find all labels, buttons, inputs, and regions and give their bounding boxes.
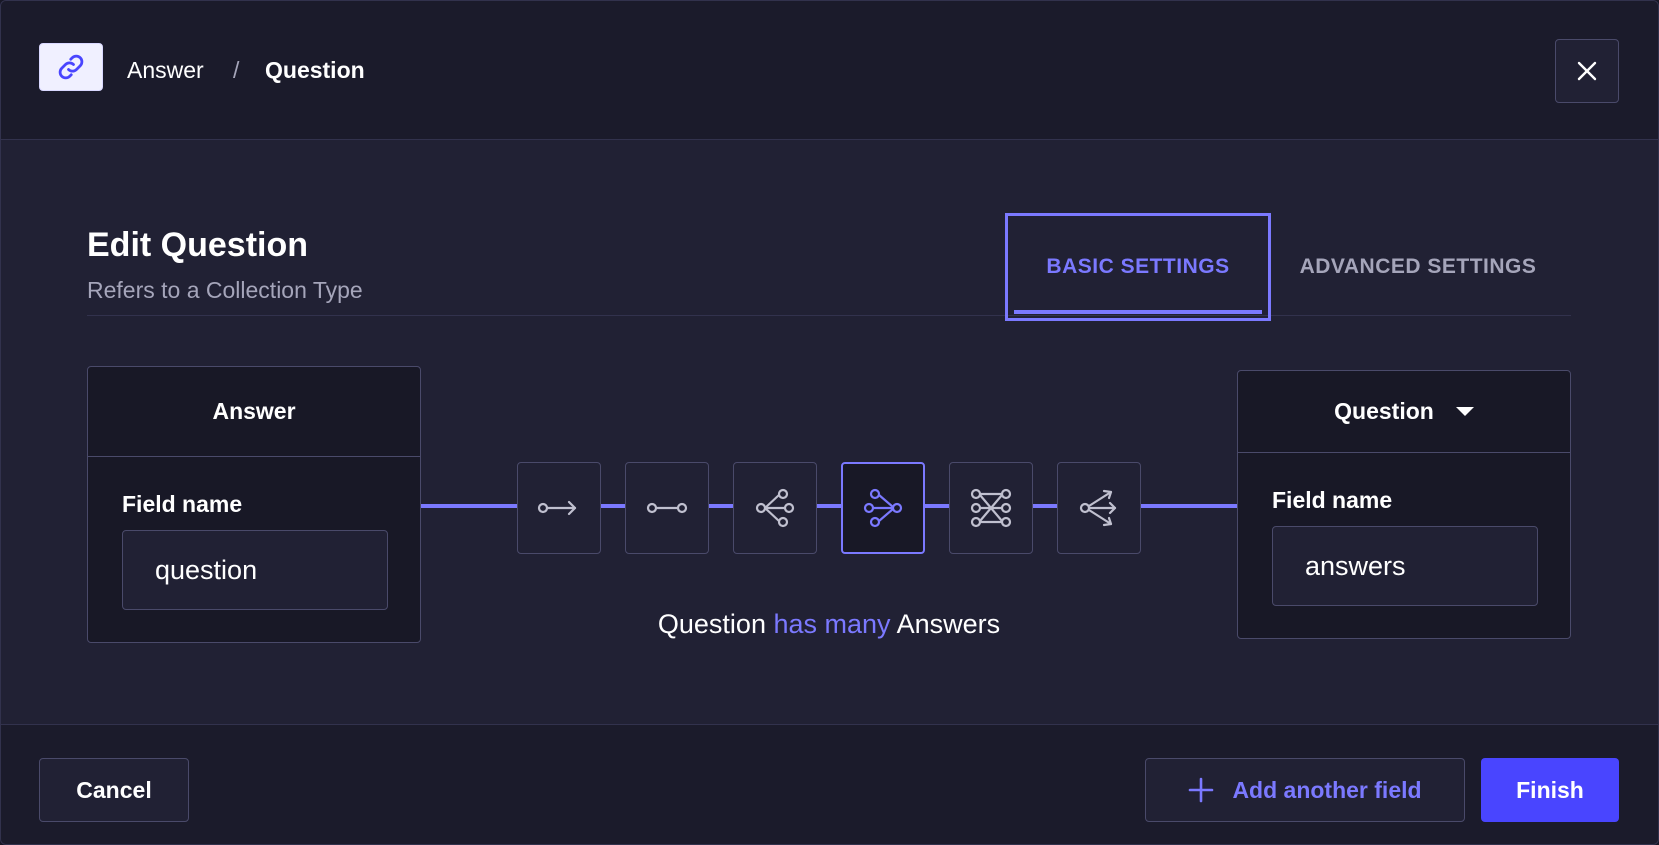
relation-many-to-many-button[interactable] bbox=[949, 462, 1033, 554]
source-field-name-input[interactable] bbox=[122, 530, 388, 610]
relation-one-way-button[interactable] bbox=[517, 462, 601, 554]
relation-description: Question has many Answers bbox=[421, 607, 1237, 641]
relation-object: Answers bbox=[896, 609, 1001, 639]
caret-down-icon bbox=[1455, 407, 1474, 416]
source-content-type-box: Answer Field name bbox=[87, 366, 421, 643]
relation-type-badge bbox=[39, 43, 103, 91]
plus-icon bbox=[1188, 777, 1214, 803]
many-to-many-icon bbox=[970, 488, 1012, 528]
modal-header: Answer / Question bbox=[1, 1, 1658, 140]
link-icon bbox=[58, 54, 84, 80]
relation-many-to-one-button[interactable] bbox=[841, 462, 925, 554]
breadcrumb-current: Question bbox=[265, 57, 365, 83]
one-way-icon bbox=[537, 500, 577, 516]
relation-one-to-many-button[interactable] bbox=[733, 462, 817, 554]
relation-subject: Question bbox=[657, 609, 766, 639]
modal-footer: Cancel Add another field Finish bbox=[1, 724, 1658, 844]
relation-one-to-one-button[interactable] bbox=[625, 462, 709, 554]
target-content-type-box: Question Field name bbox=[1237, 370, 1571, 639]
one-to-one-icon bbox=[646, 502, 688, 514]
relation-many-way-button[interactable] bbox=[1057, 462, 1141, 554]
many-way-icon bbox=[1079, 489, 1117, 527]
add-another-field-label: Add another field bbox=[1232, 776, 1422, 803]
cancel-button[interactable]: Cancel bbox=[39, 758, 189, 822]
finish-button-label: Finish bbox=[1516, 776, 1584, 803]
breadcrumb-separator: / bbox=[233, 57, 240, 83]
target-content-type-select[interactable]: Question bbox=[1238, 371, 1570, 453]
add-another-field-button[interactable]: Add another field bbox=[1145, 758, 1465, 822]
many-to-one-icon bbox=[863, 488, 903, 528]
relation-type-text: has many bbox=[773, 609, 891, 639]
close-icon bbox=[1577, 61, 1597, 81]
tab-basic-settings-label: BASIC SETTINGS bbox=[1046, 255, 1230, 278]
finish-button[interactable]: Finish bbox=[1481, 758, 1619, 822]
one-to-many-icon bbox=[755, 488, 795, 528]
source-content-type-name: Answer bbox=[88, 367, 420, 457]
active-tab-indicator bbox=[1014, 310, 1262, 314]
page-subtitle: Refers to a Collection Type bbox=[87, 277, 363, 303]
source-field-label: Field name bbox=[122, 491, 243, 517]
target-field-label: Field name bbox=[1272, 487, 1393, 513]
breadcrumb-parent: Answer bbox=[127, 57, 204, 83]
tab-basic-settings[interactable]: BASIC SETTINGS bbox=[1005, 213, 1271, 321]
tab-advanced-settings-label: ADVANCED SETTINGS bbox=[1299, 255, 1537, 278]
close-button[interactable] bbox=[1555, 39, 1619, 103]
cancel-button-label: Cancel bbox=[76, 776, 152, 803]
page-title: Edit Question bbox=[87, 226, 308, 264]
edit-relation-modal: Answer / Question Edit Question Refers t… bbox=[0, 0, 1659, 845]
target-field-name-input[interactable] bbox=[1272, 526, 1538, 606]
tab-advanced-settings[interactable]: ADVANCED SETTINGS bbox=[1283, 213, 1553, 321]
target-content-type-name: Question bbox=[1334, 398, 1434, 424]
